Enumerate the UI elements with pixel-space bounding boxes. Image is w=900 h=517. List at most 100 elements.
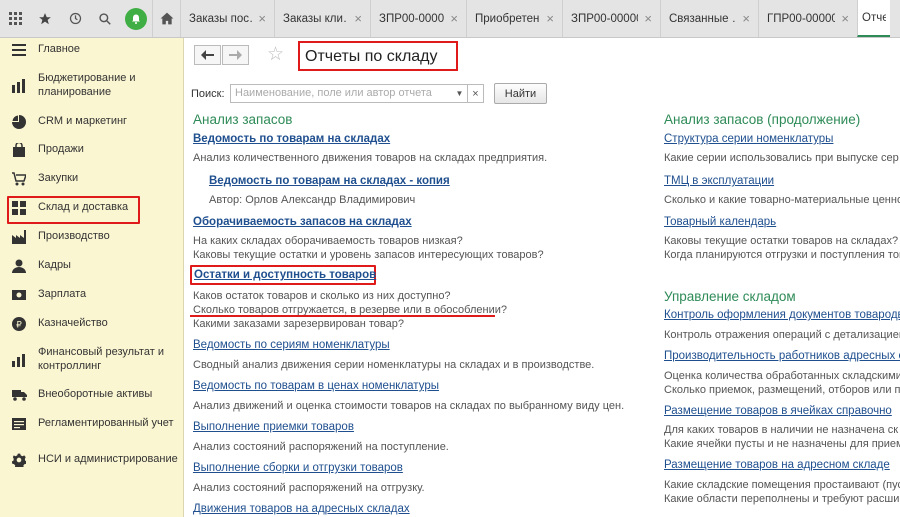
report-description: На каких складах оборачиваемость товаров… — [193, 235, 463, 247]
report-description: Для каких товаров в наличии не назначена… — [664, 424, 899, 436]
sidebar-item-treasury[interactable]: ₽ Казначейство — [0, 317, 184, 331]
report-description: Сколько и какие товарно-материальные цен… — [664, 194, 900, 206]
sidebar-item-label: Закупки — [38, 172, 79, 185]
close-icon[interactable]: × — [841, 11, 849, 26]
sidebar: Главное Бюджетирование и планирование CR… — [0, 38, 184, 517]
sidebar-item-crm[interactable]: CRM и маркетинг — [0, 115, 184, 129]
tab-zpr-000009[interactable]: ЗПР00-000009 × — [562, 0, 660, 37]
report-link[interactable]: Остатки и доступность товаров — [194, 269, 376, 281]
notification-bell-icon[interactable] — [120, 0, 152, 37]
report-description: Анализ состояний распоряжений на поступл… — [193, 441, 449, 453]
report-description: Контроль отражения операций с детализаци… — [664, 329, 900, 341]
report-link[interactable]: Выполнение сборки и отгрузки товаров — [193, 462, 403, 474]
main-content: ☆ Отчеты по складу Поиск: Наименование, … — [185, 38, 900, 517]
sidebar-item-budgeting[interactable]: Бюджетирование и планирование — [0, 72, 184, 99]
back-button[interactable] — [194, 45, 221, 65]
history-icon[interactable] — [60, 0, 90, 37]
report-description: Сводный анализ движения серии номенклату… — [193, 359, 595, 371]
favorites-star-icon[interactable] — [30, 0, 60, 37]
report-description: Каковы текущие остатки и уровень запасов… — [193, 249, 544, 261]
top-tab-bar: Заказы пос…× Заказы кли…× ЗПР00-000007× … — [0, 0, 900, 38]
report-author: Автор: Орлов Александр Владимирович — [209, 194, 416, 206]
sidebar-item-admin[interactable]: НСИ и администрирование — [0, 446, 184, 473]
sidebar-item-label: Зарплата — [38, 288, 87, 301]
report-link[interactable]: Выполнение приемки товаров — [193, 421, 354, 433]
sidebar-item-label: CRM и маркетинг — [38, 115, 128, 128]
apps-grid-icon[interactable] — [0, 0, 30, 37]
tab-label: Отче — [862, 11, 886, 24]
report-link[interactable]: Ведомость по товарам на складах — [193, 133, 390, 145]
chart-icon — [11, 352, 27, 368]
sidebar-item-sales[interactable]: Продажи — [0, 143, 184, 157]
report-description: Какие серии использовались при выпуске с… — [664, 152, 899, 164]
close-icon[interactable]: × — [450, 11, 458, 26]
page-title: Отчеты по складу — [298, 41, 458, 71]
sidebar-item-label: Бюджетирование и планирование — [38, 72, 136, 98]
sidebar-item-finance[interactable]: Финансовый результат и контроллинг — [0, 346, 184, 373]
sidebar-item-label: Продажи — [38, 143, 84, 156]
report-link[interactable]: Размещение товаров в ячейках справочно — [664, 405, 892, 417]
report-link[interactable]: Размещение товаров на адресном складе — [664, 459, 890, 471]
search-input[interactable]: Наименование, поле или автор отчета — [230, 84, 453, 103]
report-link[interactable]: Структура серии номенклатуры — [664, 133, 833, 145]
tab-zpr-000007[interactable]: ЗПР00-000007 × — [370, 0, 466, 37]
report-link[interactable]: ТМЦ в эксплуатации — [664, 175, 774, 187]
tab-orders-suppliers[interactable]: Заказы пос… × — [180, 0, 274, 37]
sidebar-item-warehouse[interactable]: Склад и доставка — [0, 201, 184, 215]
factory-icon — [11, 229, 27, 245]
sidebar-item-assets[interactable]: Внеоборотные активы — [0, 388, 184, 402]
report-link[interactable]: Производительность работников адресных с… — [664, 350, 900, 362]
report-link[interactable]: Ведомость по товарам на складах - копия — [209, 175, 450, 187]
report-description: Анализ количественного движения товаров … — [193, 152, 548, 164]
close-icon[interactable]: × — [354, 11, 362, 26]
report-description: Оценка количества обработанных складским… — [664, 370, 900, 382]
person-icon — [11, 258, 27, 274]
home-icon[interactable] — [152, 0, 180, 37]
sidebar-item-label: Финансовый результат и контроллинг — [38, 346, 164, 372]
sidebar-item-label: Казначейство — [38, 317, 108, 330]
close-icon[interactable]: × — [742, 11, 750, 26]
sidebar-item-regulated[interactable]: Регламентированный учет — [0, 417, 184, 431]
report-description: Каковы текущие остатки товаров на склада… — [664, 235, 899, 247]
sidebar-item-purchases[interactable]: Закупки — [0, 172, 184, 186]
report-link[interactable]: Ведомость по сериям номенклатуры — [193, 339, 390, 351]
clear-icon[interactable]: × — [468, 84, 484, 103]
report-description: Когда планируются отгрузки и поступления… — [664, 249, 900, 261]
sidebar-item-salary[interactable]: Зарплата — [0, 288, 184, 302]
tab-label: Связанные … — [669, 12, 737, 25]
tab-gpr-000006[interactable]: ГПР00-000006 × — [758, 0, 857, 37]
close-icon[interactable]: × — [546, 11, 554, 26]
dropdown-arrow-icon[interactable]: ▼ — [452, 84, 468, 103]
report-link[interactable]: Контроль оформления документов товародви… — [664, 309, 900, 321]
truck-icon — [11, 387, 27, 403]
report-description: Какие области переполнены и требуют расш… — [664, 493, 900, 505]
tab-warehouse-reports[interactable]: Отче — [857, 0, 890, 37]
tab-related[interactable]: Связанные … × — [660, 0, 758, 37]
close-icon[interactable]: × — [258, 11, 266, 26]
tab-label: ЗПР00-000007 — [379, 12, 445, 25]
search-icon[interactable] — [90, 0, 120, 37]
sidebar-item-main[interactable]: Главное — [0, 43, 184, 57]
tab-acquisition[interactable]: Приобретен… × — [466, 0, 562, 37]
report-link[interactable]: Оборачиваемость запасов на складах — [193, 216, 412, 228]
sidebar-item-label: Главное — [38, 43, 81, 56]
sidebar-item-label: Склад и доставка — [38, 201, 129, 214]
sidebar-item-label: Регламентированный учет — [38, 417, 174, 430]
sidebar-item-hr[interactable]: Кадры — [0, 259, 184, 273]
coin-icon: ₽ — [11, 316, 27, 332]
report-description: Какие ячейки пусты и не назначены для пр… — [664, 438, 900, 450]
forward-button[interactable] — [222, 45, 249, 65]
close-icon[interactable]: × — [644, 11, 652, 26]
report-link[interactable]: Товарный календарь — [664, 216, 776, 228]
find-button[interactable]: Найти — [494, 83, 547, 104]
sidebar-item-production[interactable]: Производство — [0, 230, 184, 244]
favorite-star-icon[interactable]: ☆ — [267, 43, 284, 66]
gear-icon — [11, 452, 27, 468]
report-link[interactable]: Движения товаров на адресных складах — [193, 503, 410, 515]
report-description: Какими заказами зарезервирован товар? — [193, 318, 404, 330]
report-link[interactable]: Ведомость по товарам в ценах номенклатур… — [193, 380, 439, 392]
report-description: Анализ движений и оценка стоимости товар… — [193, 400, 625, 412]
tab-orders-clients[interactable]: Заказы кли… × — [274, 0, 370, 37]
tab-label: Приобретен… — [475, 12, 540, 25]
report-description: Каков остаток товаров и сколько из них д… — [193, 290, 451, 302]
